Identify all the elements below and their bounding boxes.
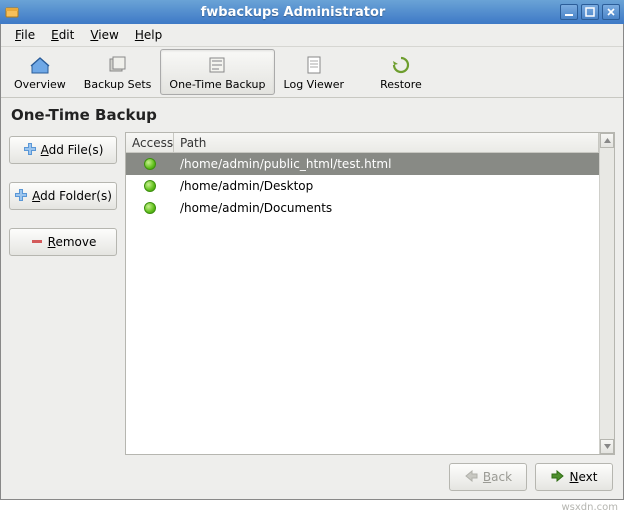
menu-view[interactable]: View — [82, 26, 126, 44]
vertical-scrollbar[interactable] — [599, 133, 614, 454]
status-dot-icon — [144, 158, 156, 170]
content-area: One-Time Backup Add File(s) Add Folder(s… — [1, 98, 623, 499]
watermark: wsxdn.com — [561, 502, 618, 513]
next-icon — [551, 470, 565, 485]
add-files-button[interactable]: Add File(s) — [9, 136, 117, 164]
table-row[interactable]: /home/admin/public_html/test.html — [126, 153, 599, 175]
access-indicator — [126, 180, 174, 192]
row-path: /home/admin/Desktop — [174, 179, 599, 193]
add-icon — [23, 142, 37, 159]
toolbar-overview[interactable]: Overview — [5, 49, 75, 95]
table-row[interactable]: /home/admin/Documents — [126, 197, 599, 219]
list-header: Access Path — [126, 133, 599, 153]
access-indicator — [126, 158, 174, 170]
scroll-up-button[interactable] — [600, 133, 614, 148]
toolbar-log-viewer-label: Log Viewer — [284, 78, 345, 91]
app-icon — [4, 4, 20, 20]
toolbar-restore-label: Restore — [380, 78, 422, 91]
log-viewer-icon — [302, 54, 326, 76]
toolbar-overview-label: Overview — [14, 78, 66, 91]
column-path[interactable]: Path — [174, 133, 599, 152]
toolbar-backup-sets[interactable]: Backup Sets — [75, 49, 161, 95]
next-label: Next — [570, 470, 598, 484]
remove-icon — [30, 234, 44, 251]
next-button[interactable]: Next — [535, 463, 613, 491]
table-row[interactable]: /home/admin/Desktop — [126, 175, 599, 197]
file-list-frame: Access Path /home/admin/public_html/test… — [125, 132, 615, 455]
minimize-button[interactable] — [560, 4, 578, 20]
list-rows[interactable]: /home/admin/public_html/test.html /home/… — [126, 153, 599, 454]
toolbar-log-viewer[interactable]: Log Viewer — [275, 49, 354, 95]
access-indicator — [126, 202, 174, 214]
left-actions: Add File(s) Add Folder(s) Remove — [9, 132, 117, 455]
status-dot-icon — [144, 202, 156, 214]
toolbar-one-time-backup-label: One-Time Backup — [169, 78, 265, 91]
toolbar-backup-sets-label: Backup Sets — [84, 78, 152, 91]
close-button[interactable] — [602, 4, 620, 20]
scroll-track[interactable] — [600, 148, 614, 439]
backup-sets-icon — [106, 54, 130, 76]
home-icon — [28, 54, 52, 76]
menu-edit[interactable]: Edit — [43, 26, 82, 44]
menubar: File Edit View Help — [1, 24, 623, 47]
one-time-backup-icon — [205, 54, 229, 76]
scroll-down-button[interactable] — [600, 439, 614, 454]
remove-button[interactable]: Remove — [9, 228, 117, 256]
window-title: fwbackups Administrator — [26, 5, 560, 20]
back-icon — [464, 470, 478, 485]
toolbar-restore[interactable]: Restore — [371, 49, 431, 95]
menu-file[interactable]: File — [7, 26, 43, 44]
maximize-button[interactable] — [581, 4, 599, 20]
titlebar-buttons — [560, 4, 620, 20]
main-split: Add File(s) Add Folder(s) Remove — [9, 132, 615, 455]
menu-help[interactable]: Help — [127, 26, 170, 44]
restore-icon — [389, 54, 413, 76]
page-title: One-Time Backup — [9, 104, 615, 128]
back-button: Back — [449, 463, 527, 491]
titlebar: fwbackups Administrator — [0, 0, 624, 24]
toolbar: Overview Backup Sets One-Time Backup Log… — [1, 47, 623, 98]
add-folders-button[interactable]: Add Folder(s) — [9, 182, 117, 210]
back-label: Back — [483, 470, 512, 484]
remove-label: Remove — [48, 235, 97, 249]
add-icon — [14, 188, 28, 205]
column-access[interactable]: Access — [126, 133, 174, 152]
add-files-label: Add File(s) — [41, 143, 104, 157]
window-body: File Edit View Help Overview Backup Sets… — [0, 24, 624, 500]
row-path: /home/admin/public_html/test.html — [174, 157, 599, 171]
row-path: /home/admin/Documents — [174, 201, 599, 215]
add-folders-label: Add Folder(s) — [32, 189, 112, 203]
status-dot-icon — [144, 180, 156, 192]
nav-row: Back Next — [9, 459, 615, 493]
toolbar-one-time-backup[interactable]: One-Time Backup — [160, 49, 274, 95]
